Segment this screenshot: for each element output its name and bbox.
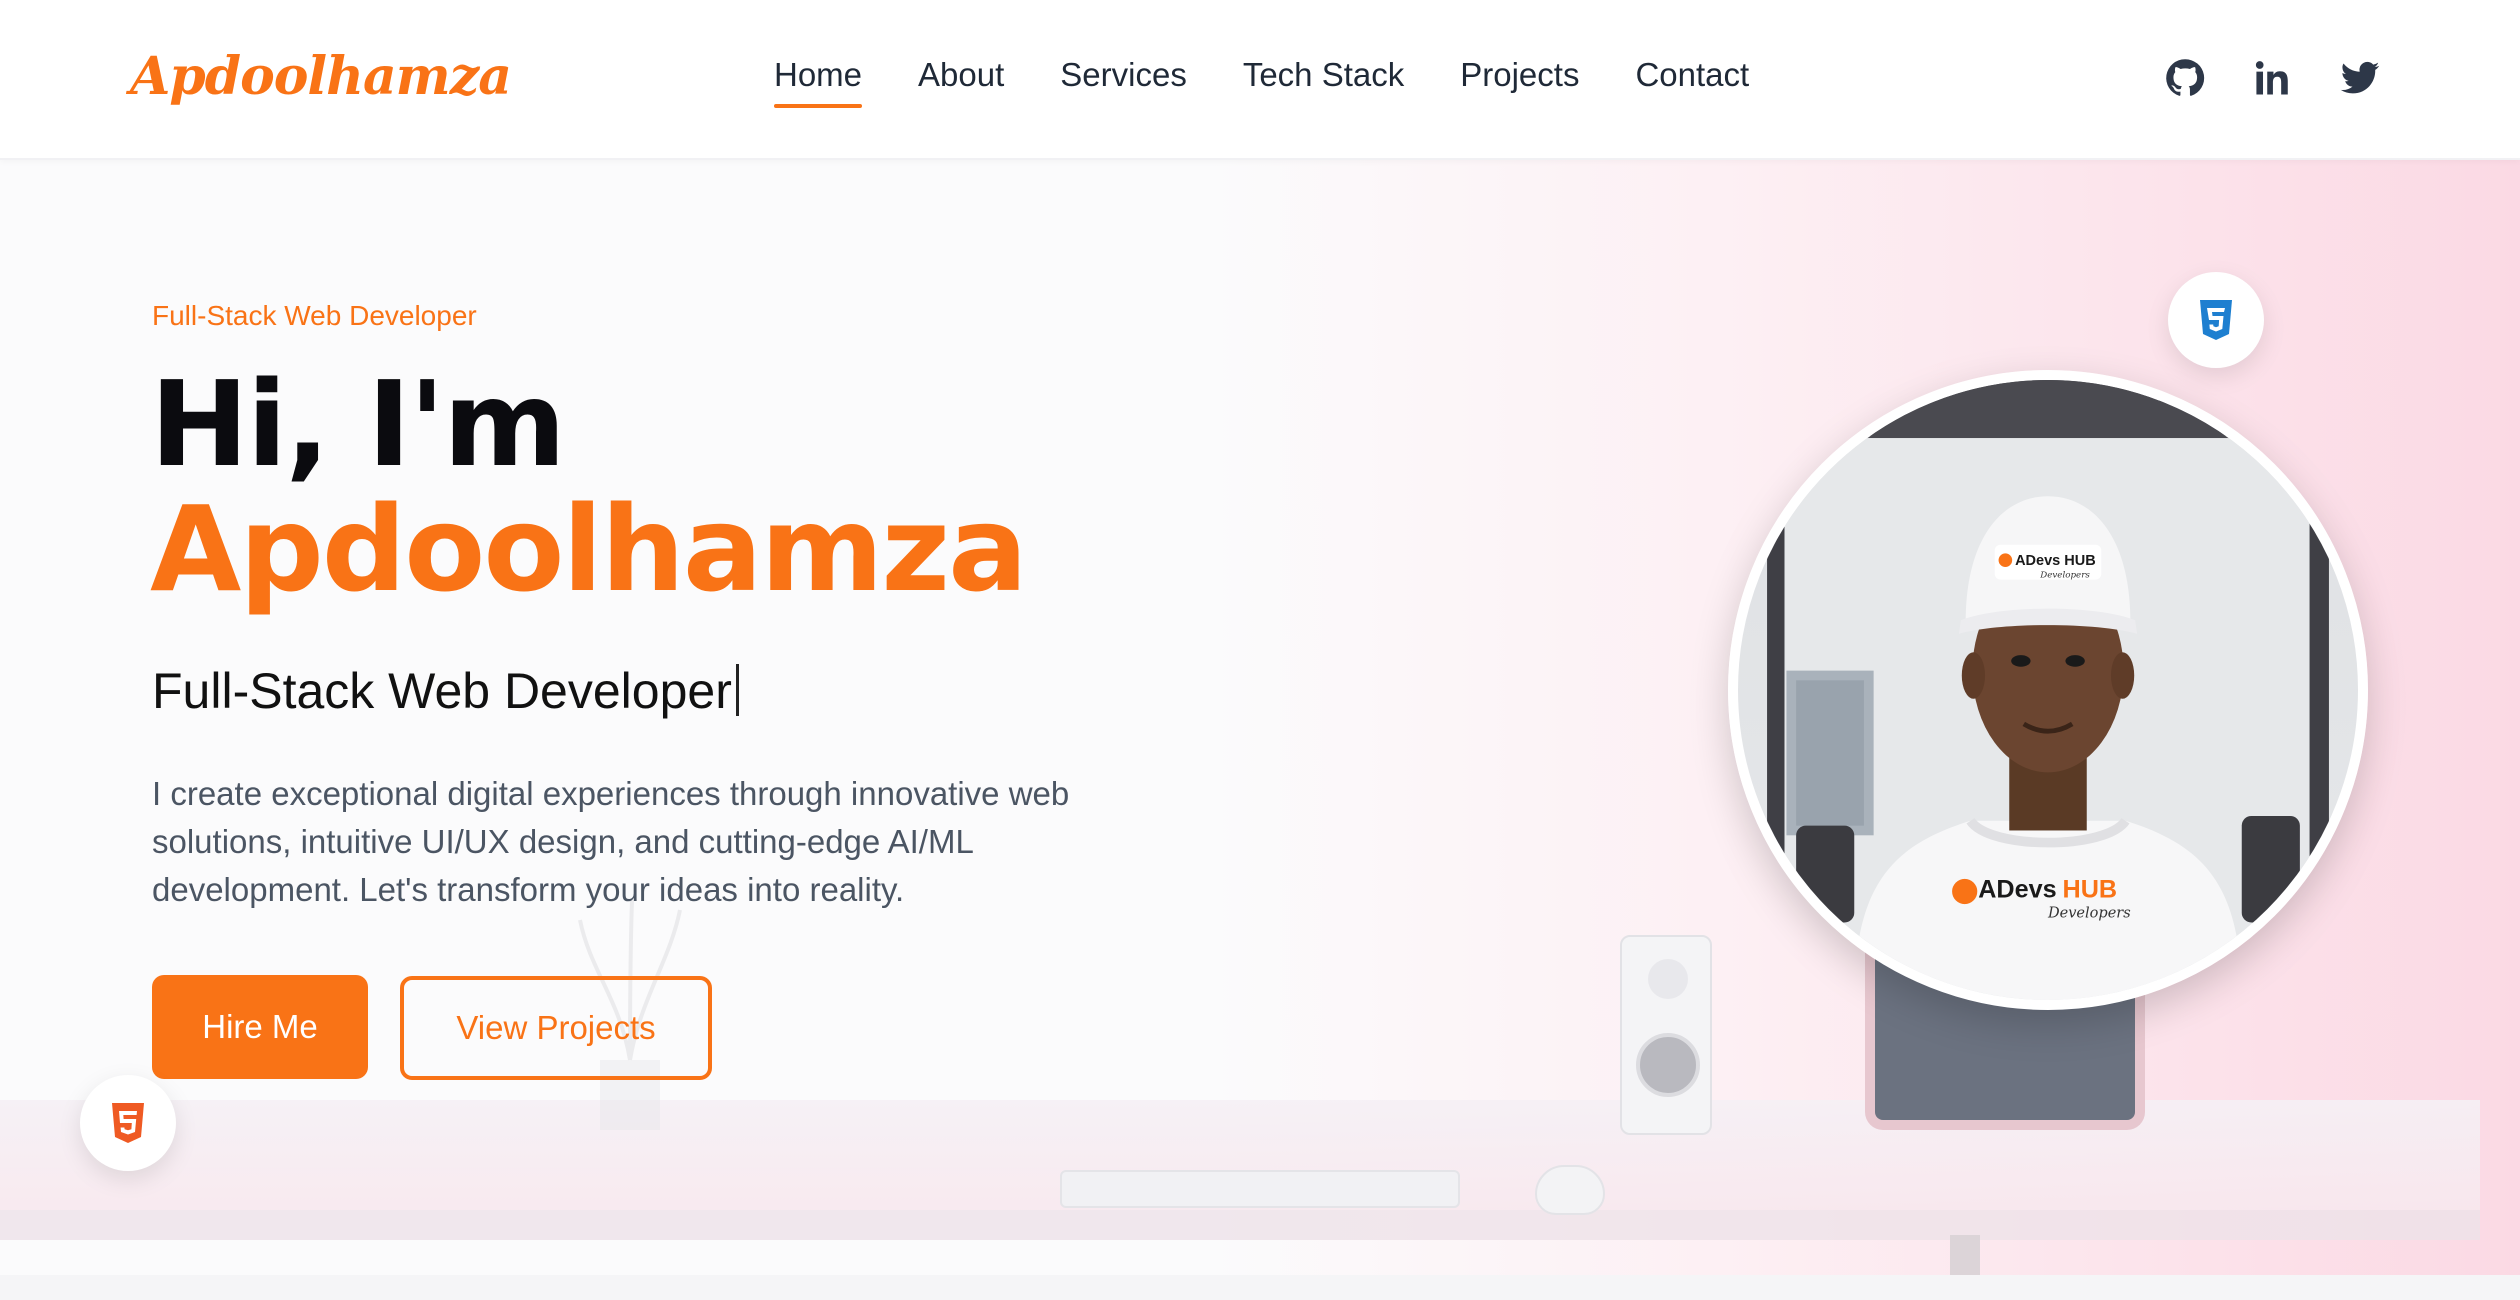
nav-tech-stack[interactable]: Tech Stack — [1243, 56, 1404, 108]
css3-badge — [2168, 272, 2264, 368]
profile-illustration: ADevs HUB Developers ADevs HUB Developer… — [1738, 380, 2358, 1000]
view-projects-button[interactable]: View Projects — [400, 976, 712, 1080]
shirt-logo-text-a: ADevs — [1978, 875, 2056, 903]
html5-icon — [112, 1103, 144, 1143]
typed-role-text: Full-Stack Web Developer — [152, 663, 732, 719]
keyboard-decoration — [1060, 1170, 1460, 1208]
mouse-decoration — [1535, 1165, 1605, 1215]
shirt-logo-text-b: HUB — [2063, 875, 2118, 903]
nav-projects[interactable]: Projects — [1460, 56, 1579, 108]
typing-caret — [735, 664, 739, 716]
hire-me-button[interactable]: Hire Me — [152, 975, 368, 1079]
shirt-logo-sub: Developers — [2047, 906, 2131, 922]
github-icon[interactable] — [2163, 56, 2207, 100]
linkedin-icon[interactable] — [2250, 56, 2294, 100]
hero-name: Apdoolhamza — [150, 480, 1028, 618]
speaker-decoration — [1620, 935, 1712, 1135]
hero-description: I create exceptional digital experiences… — [152, 775, 1070, 908]
logo[interactable]: Apdoolhamza — [130, 46, 512, 107]
nav-home[interactable]: Home — [774, 56, 863, 108]
nav-services[interactable]: Services — [1060, 56, 1187, 108]
html5-badge — [80, 1075, 176, 1171]
profile-photo: ADevs HUB Developers ADevs HUB Developer… — [1728, 370, 2368, 1010]
navbar: Apdoolhamza Home About Services Tech Sta… — [0, 0, 2520, 160]
cap-logo-sub: Developers — [2039, 571, 2090, 581]
desk-edge — [0, 1210, 2480, 1240]
section-divider — [0, 1275, 2520, 1300]
twitter-icon[interactable] — [2338, 56, 2382, 100]
typed-role: Full-Stack Web Developer — [152, 662, 739, 720]
nav-contact[interactable]: Contact — [1635, 56, 1749, 108]
hero-greeting: Hi, I'm — [150, 355, 566, 493]
nav-about[interactable]: About — [918, 56, 1004, 108]
main-nav: Home About Services Tech Stack Projects … — [774, 56, 1805, 108]
cap-logo-text: ADevs HUB — [2015, 553, 2096, 569]
desk-leg — [1950, 1235, 1980, 1275]
hero-tagline: Full-Stack Web Developer — [152, 300, 477, 331]
css3-icon — [2200, 300, 2232, 340]
